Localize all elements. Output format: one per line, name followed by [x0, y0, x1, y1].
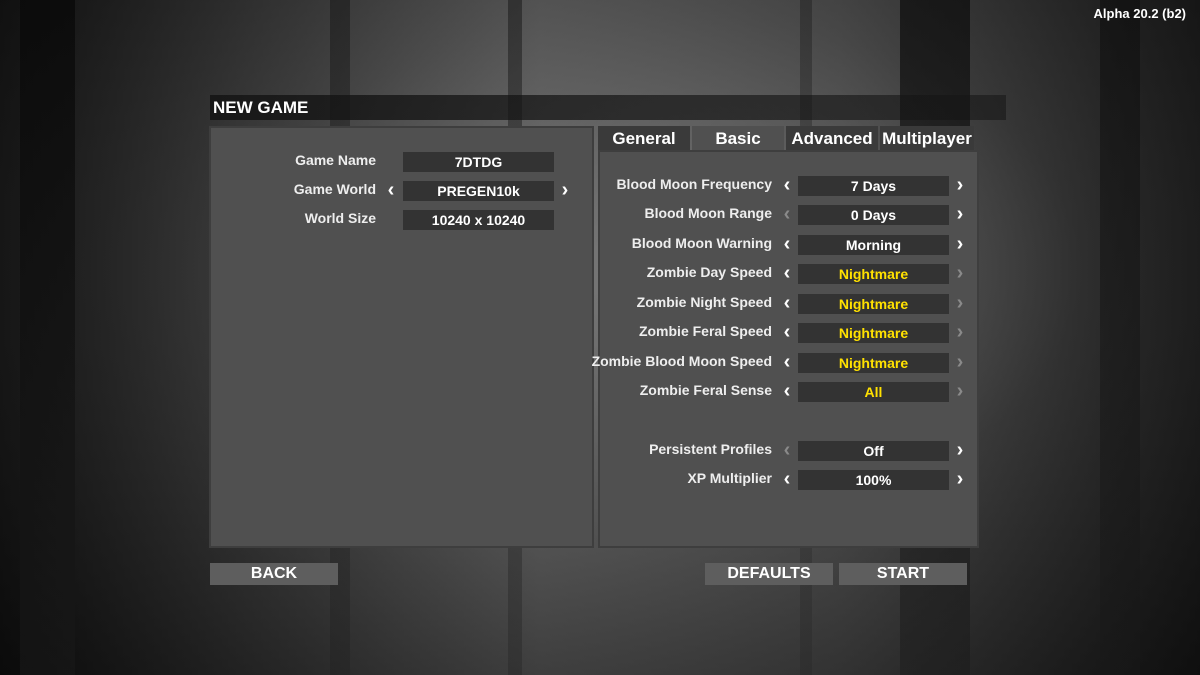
- page-title: NEW GAME: [210, 95, 1006, 120]
- setting-row: Zombie Blood Moon Speed ‹ Nightmare ›: [592, 351, 977, 375]
- background-tree: [1100, 0, 1140, 675]
- setting-label: Blood Moon Warning: [631, 235, 772, 251]
- world-size-row: World Size 10240 x 10240: [211, 208, 591, 232]
- game-world-row: Game World ‹ PREGEN10k ›: [211, 179, 591, 203]
- chevron-right-icon[interactable]: ›: [952, 292, 968, 316]
- game-name-label: Game Name: [295, 152, 376, 168]
- chevron-right-icon[interactable]: ›: [952, 174, 968, 198]
- game-world-label: Game World: [293, 181, 376, 197]
- tab-basic[interactable]: Basic: [692, 126, 784, 151]
- setting-label: Zombie Night Speed: [636, 294, 772, 310]
- world-size-value: 10240 x 10240: [403, 210, 554, 230]
- chevron-left-icon[interactable]: ‹: [779, 468, 795, 492]
- setting-row: Zombie Night Speed ‹ Nightmare ›: [600, 292, 977, 316]
- game-name-row: Game Name 7DTDG: [211, 150, 591, 174]
- setting-value: Nightmare: [798, 294, 949, 314]
- setting-value: 0 Days: [798, 205, 949, 225]
- setting-value: Nightmare: [798, 323, 949, 343]
- game-world-next-icon[interactable]: ›: [557, 179, 573, 203]
- setting-row: Zombie Feral Sense ‹ All ›: [600, 380, 977, 404]
- setting-label: XP Multiplier: [687, 470, 772, 486]
- chevron-right-icon[interactable]: ›: [952, 262, 968, 286]
- setting-row: Blood Moon Range ‹ 0 Days ›: [600, 203, 977, 227]
- chevron-right-icon[interactable]: ›: [952, 233, 968, 257]
- chevron-left-icon[interactable]: ‹: [779, 233, 795, 257]
- chevron-left-icon[interactable]: ‹: [779, 351, 795, 375]
- setting-value: Nightmare: [798, 264, 949, 284]
- defaults-button[interactable]: DEFAULTS: [705, 563, 833, 585]
- chevron-left-icon[interactable]: ‹: [779, 321, 795, 345]
- world-settings-panel: Game Name 7DTDG Game World ‹ PREGEN10k ›…: [209, 126, 594, 548]
- setting-value: 7 Days: [798, 176, 949, 196]
- setting-row: Zombie Feral Speed ‹ Nightmare ›: [600, 321, 977, 345]
- setting-row: Zombie Day Speed ‹ Nightmare ›: [600, 262, 977, 286]
- tab-advanced[interactable]: Advanced: [786, 126, 878, 151]
- settings-tabs: General Basic Advanced Multiplayer: [598, 126, 974, 151]
- setting-label: Blood Moon Range: [644, 205, 772, 221]
- game-world-prev-icon[interactable]: ‹: [383, 179, 399, 203]
- setting-value: 100%: [798, 470, 949, 490]
- setting-row: Persistent Profiles ‹ Off ›: [600, 439, 977, 463]
- setting-value: Nightmare: [798, 353, 949, 373]
- chevron-right-icon[interactable]: ›: [952, 203, 968, 227]
- setting-value: All: [798, 382, 949, 402]
- setting-value: Off: [798, 441, 949, 461]
- background-tree: [20, 0, 75, 675]
- back-button[interactable]: BACK: [210, 563, 338, 585]
- chevron-right-icon[interactable]: ›: [952, 321, 968, 345]
- setting-value: Morning: [798, 235, 949, 255]
- setting-label: Persistent Profiles: [649, 441, 772, 457]
- chevron-right-icon[interactable]: ›: [952, 468, 968, 492]
- chevron-right-icon[interactable]: ›: [952, 439, 968, 463]
- chevron-left-icon[interactable]: ‹: [779, 439, 795, 463]
- chevron-left-icon[interactable]: ‹: [779, 174, 795, 198]
- chevron-right-icon[interactable]: ›: [952, 351, 968, 375]
- game-world-value: PREGEN10k: [403, 181, 554, 201]
- world-size-label: World Size: [304, 210, 376, 226]
- setting-label: Zombie Feral Sense: [639, 382, 772, 398]
- start-button[interactable]: START: [839, 563, 967, 585]
- tab-multiplayer[interactable]: Multiplayer: [880, 126, 974, 151]
- chevron-left-icon[interactable]: ‹: [779, 203, 795, 227]
- setting-label: Zombie Day Speed: [646, 264, 772, 280]
- setting-row: Blood Moon Warning ‹ Morning ›: [600, 233, 977, 257]
- chevron-left-icon[interactable]: ‹: [779, 262, 795, 286]
- setting-row: Blood Moon Frequency ‹ 7 Days ›: [600, 174, 977, 198]
- game-name-input[interactable]: 7DTDG: [403, 152, 554, 172]
- chevron-left-icon[interactable]: ‹: [779, 380, 795, 404]
- setting-label: Zombie Blood Moon Speed: [591, 353, 772, 369]
- setting-row: XP Multiplier ‹ 100% ›: [600, 468, 977, 492]
- setting-label: Zombie Feral Speed: [638, 323, 772, 339]
- tab-general[interactable]: General: [598, 126, 690, 151]
- chevron-left-icon[interactable]: ‹: [779, 292, 795, 316]
- chevron-right-icon[interactable]: ›: [952, 380, 968, 404]
- basic-settings-panel: Blood Moon Frequency ‹ 7 Days › Blood Moon R…: [592, 150, 979, 548]
- setting-label: Blood Moon Frequency: [616, 176, 772, 192]
- version-label: Alpha 20.2 (b2): [1093, 6, 1186, 21]
